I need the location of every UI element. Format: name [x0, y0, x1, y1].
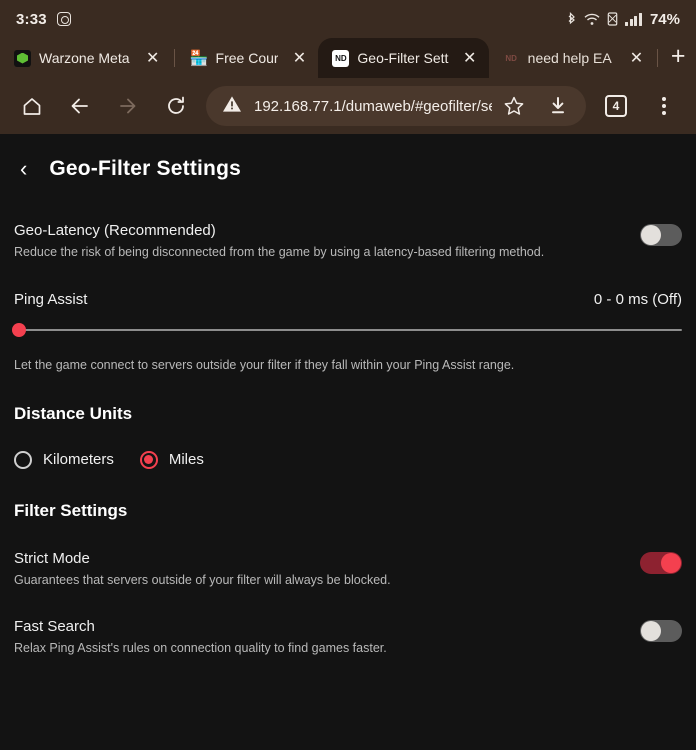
netduma-icon: ND — [332, 49, 350, 67]
radio-label-miles: Miles — [168, 451, 204, 469]
ping-assist-label: Ping Assist — [14, 290, 88, 308]
download-icon[interactable] — [536, 84, 580, 128]
distance-units-radio-group: Kilometers Miles — [0, 450, 696, 469]
browser-toolbar: 192.168.77.1/dumaweb/#geofilter/settir 4 — [0, 78, 696, 134]
status-bar: 3:33 74% — [0, 0, 696, 38]
warzone-icon — [14, 49, 31, 67]
toggle-knob — [641, 620, 661, 641]
address-bar[interactable]: 192.168.77.1/dumaweb/#geofilter/settir — [206, 86, 586, 126]
ping-assist-slider[interactable] — [0, 322, 696, 338]
forward-button[interactable] — [106, 84, 150, 128]
geo-latency-toggle[interactable] — [640, 224, 682, 246]
home-button[interactable] — [10, 84, 54, 128]
back-button[interactable] — [58, 84, 102, 128]
tab-title: Geo-Filter Setting — [357, 50, 449, 66]
fast-search-title: Fast Search — [14, 617, 95, 635]
distance-units-heading: Distance Units — [14, 403, 133, 423]
strict-mode-text: Strict Mode Guarantees that servers outs… — [14, 550, 640, 589]
not-secure-warning-icon[interactable] — [222, 94, 242, 119]
geo-latency-row: Geo-Latency (Recommended) Reduce the ris… — [0, 222, 696, 261]
filter-settings-heading: Filter Settings — [14, 500, 128, 520]
strict-mode-title: Strict Mode — [14, 549, 90, 567]
geo-latency-text: Geo-Latency (Recommended) Reduce the ris… — [14, 222, 640, 261]
strict-mode-row: Strict Mode Guarantees that servers outs… — [0, 550, 696, 589]
back-chevron-icon[interactable]: ‹ — [14, 156, 33, 182]
wifi-icon — [584, 13, 600, 25]
reload-button[interactable] — [154, 84, 198, 128]
strict-mode-description: Guarantees that servers outside of your … — [14, 572, 391, 587]
browser-tab-warzone[interactable]: Warzone Meta | E ✕ — [0, 38, 172, 78]
ping-assist-value: 0 - 0 ms (Off) — [593, 290, 682, 308]
battery-level: 74% — [649, 10, 680, 28]
radio-option-kilometers[interactable]: Kilometers — [14, 450, 114, 469]
slider-track — [18, 328, 682, 331]
geo-latency-description: Reduce the risk of being disconnected fr… — [14, 245, 545, 259]
browser-menu-button[interactable] — [642, 84, 686, 128]
kebab-menu-icon — [662, 97, 666, 115]
tab-divider — [657, 49, 659, 67]
geo-latency-title: Geo-Latency (Recommended) — [14, 222, 216, 239]
omnibox-actions — [492, 84, 580, 128]
page-title: Geo-Filter Settings — [49, 157, 241, 180]
fast-search-toggle[interactable] — [640, 619, 682, 642]
tab-title: Warzone Meta | E — [39, 50, 132, 66]
browser-tab-geo-filter-settings[interactable]: ND Geo-Filter Setting ✕ — [318, 38, 489, 78]
tab-title: Free Course — [215, 50, 279, 66]
toggle-knob — [641, 225, 661, 245]
fast-search-row: Fast Search Relax Ping Assist's rules on… — [0, 618, 696, 657]
tab-title: need help EA FC — [527, 50, 616, 66]
sim-icon — [608, 12, 618, 26]
toggle-knob — [661, 552, 681, 573]
bookmark-star-icon[interactable] — [492, 84, 536, 128]
tab-switcher-button[interactable]: 4 — [594, 84, 638, 128]
close-tab-icon[interactable]: ✕ — [457, 45, 483, 71]
radio-label-kilometers: Kilometers — [43, 451, 114, 469]
geo-filter-settings-page: ‹ Geo-Filter Settings Geo-Latency (Recom… — [0, 134, 696, 750]
browser-tab-free-course[interactable]: 🏪 Free Course ✕ — [177, 38, 319, 78]
ping-assist-description: Let the game connect to servers outside … — [14, 357, 515, 372]
netduma-icon-dim: ND — [505, 53, 517, 63]
close-tab-icon[interactable]: ✕ — [286, 45, 312, 71]
signal-bars-icon — [625, 12, 642, 26]
radio-option-miles[interactable]: Miles — [139, 450, 204, 469]
browser-tab-need-help-ea-fc[interactable]: ND need help EA FC ✕ — [489, 38, 656, 78]
fast-search-text: Fast Search Relax Ping Assist's rules on… — [14, 618, 640, 657]
close-tab-icon[interactable]: ✕ — [623, 45, 649, 71]
storefront-icon: 🏪 — [189, 50, 209, 67]
slider-thumb[interactable] — [12, 322, 26, 337]
instagram-icon — [56, 12, 71, 26]
strict-mode-toggle[interactable] — [640, 551, 682, 574]
status-bar-right: 74% — [566, 11, 680, 28]
tab-divider — [173, 49, 175, 67]
tab-count-badge: 4 — [605, 95, 627, 117]
status-bar-left: 3:33 — [16, 11, 71, 28]
clock: 3:33 — [16, 10, 47, 28]
bluetooth-icon — [569, 11, 576, 24]
page-header: ‹ Geo-Filter Settings — [0, 134, 696, 198]
radio-icon-miles[interactable] — [139, 450, 158, 469]
close-tab-icon[interactable]: ✕ — [140, 45, 166, 71]
new-tab-button[interactable]: + — [660, 38, 696, 78]
tab-strip: Warzone Meta | E ✕ 🏪 Free Course ✕ ND Ge… — [0, 38, 696, 78]
ping-assist-header: Ping Assist 0 - 0 ms (Off) — [0, 291, 696, 308]
radio-icon-kilometers[interactable] — [14, 450, 32, 469]
fast-search-description: Relax Ping Assist's rules on connection … — [14, 640, 387, 655]
url-text: 192.168.77.1/dumaweb/#geofilter/settir — [254, 97, 492, 115]
